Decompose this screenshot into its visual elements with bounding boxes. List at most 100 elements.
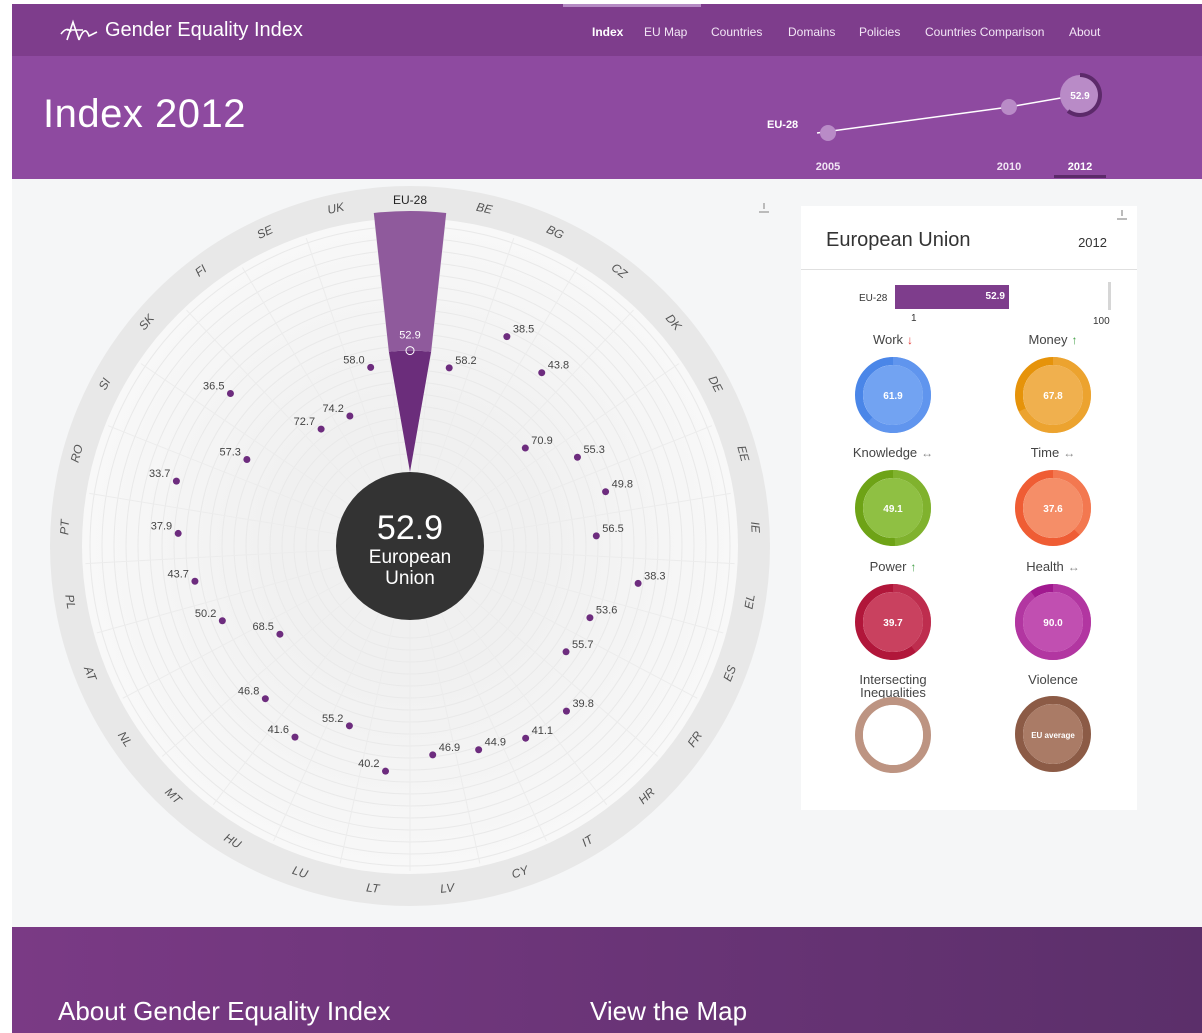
country-label-pt[interactable]: PT bbox=[57, 518, 72, 536]
country-value-es: 53.6 bbox=[596, 605, 617, 617]
domain-label-time: Time ↔ bbox=[1030, 445, 1076, 460]
country-label-pl[interactable]: PL bbox=[62, 593, 78, 610]
country-point-el[interactable] bbox=[634, 579, 642, 587]
panel-title: European Union bbox=[826, 229, 971, 251]
timeline-year-2012[interactable]: 2012 bbox=[1068, 161, 1092, 173]
country-value-fi: 72.7 bbox=[294, 416, 315, 428]
country-point-cy[interactable] bbox=[475, 746, 483, 754]
about-link[interactable]: About Gender Equality Index bbox=[58, 996, 390, 1027]
country-label-lv[interactable]: LV bbox=[439, 880, 455, 896]
country-point-bg[interactable] bbox=[503, 333, 511, 341]
domain-time[interactable]: Time ↔ 37.6 bbox=[998, 446, 1108, 548]
country-point-se[interactable] bbox=[346, 412, 354, 420]
trend-arrow-icon: ↑ bbox=[1071, 333, 1078, 347]
country-point-de[interactable] bbox=[573, 453, 581, 461]
country-point-sk[interactable] bbox=[226, 389, 234, 397]
nav-item-eu-map[interactable]: EU Map bbox=[644, 25, 687, 39]
domain-health[interactable]: Health ↔ 90.0 bbox=[998, 560, 1108, 662]
country-value-se: 74.2 bbox=[322, 403, 343, 415]
domain-donut-intersecting-inequalities bbox=[855, 697, 931, 773]
country-value-hu: 41.6 bbox=[268, 724, 289, 736]
country-point-dk[interactable] bbox=[521, 444, 529, 452]
country-label-eu-28[interactable]: EU-28 bbox=[393, 193, 427, 207]
domain-value-time: 37.6 bbox=[1043, 504, 1063, 515]
country-point-fi[interactable] bbox=[317, 425, 325, 433]
country-point-ro[interactable] bbox=[172, 477, 180, 485]
nav-item-index[interactable]: Index bbox=[592, 25, 623, 39]
center-label-line2: Union bbox=[385, 568, 435, 589]
country-value-ie: 56.5 bbox=[602, 523, 623, 535]
domain-money[interactable]: Money ↑ 67.8 bbox=[998, 333, 1108, 435]
country-point-si[interactable] bbox=[243, 456, 251, 464]
panel-download-icon[interactable] bbox=[1117, 210, 1127, 220]
country-value-be: 58.2 bbox=[455, 355, 476, 367]
donut-fill bbox=[863, 705, 923, 765]
country-value-mt: 46.8 bbox=[238, 686, 259, 698]
country-point-ee[interactable] bbox=[602, 488, 610, 496]
domain-work[interactable]: Work ↓ 61.9 bbox=[838, 333, 948, 435]
score-bar-min: 1 bbox=[911, 313, 917, 324]
domain-donut-time: 37.6 bbox=[1015, 470, 1091, 546]
nav-item-domains[interactable]: Domains bbox=[788, 25, 835, 39]
country-value-lt: 40.2 bbox=[358, 758, 379, 770]
country-value-uk: 58.0 bbox=[343, 354, 364, 366]
country-value-at: 50.2 bbox=[195, 608, 216, 620]
country-value-lu: 55.2 bbox=[322, 713, 343, 725]
domain-power[interactable]: Power ↑ 39.7 bbox=[838, 560, 948, 662]
timeline-year-2010[interactable]: 2010 bbox=[997, 161, 1021, 173]
domain-donut-knowledge: 49.1 bbox=[855, 470, 931, 546]
domain-violence[interactable]: Violence EU average bbox=[998, 673, 1108, 774]
chart-download-icon[interactable] bbox=[759, 203, 769, 213]
trend-arrow-icon: ↔ bbox=[1067, 560, 1080, 574]
timeline-year-2005[interactable]: 2005 bbox=[816, 161, 840, 173]
country-value-it: 41.1 bbox=[532, 725, 553, 737]
domain-label-knowledge: Knowledge ↔ bbox=[852, 445, 934, 460]
footer: About Gender Equality Index View the Map bbox=[12, 927, 1202, 1033]
country-value-nl: 68.5 bbox=[252, 621, 273, 633]
country-label-el[interactable]: EL bbox=[742, 593, 758, 610]
radial-index-chart: 52.9 European Union 52.9 58.2 38.5 43.8 70.9… bbox=[50, 186, 770, 906]
country-point-nl[interactable] bbox=[276, 630, 284, 638]
timeline-entity-label: EU-28 bbox=[767, 119, 798, 131]
domain-donut-health: 90.0 bbox=[1015, 584, 1091, 660]
country-point-es[interactable] bbox=[586, 614, 594, 622]
nav-item-policies[interactable]: Policies bbox=[859, 25, 900, 39]
country-point-mt[interactable] bbox=[261, 695, 269, 703]
trend-arrow-icon: ↔ bbox=[1063, 446, 1076, 460]
domain-value-power: 39.7 bbox=[883, 618, 903, 629]
country-point-pt[interactable] bbox=[174, 529, 182, 537]
score-bar-label: EU-28 bbox=[859, 293, 888, 304]
country-point-it[interactable] bbox=[522, 734, 530, 742]
domain-label-power: Power ↑ bbox=[869, 559, 917, 574]
country-value-eu-28: 52.9 bbox=[399, 330, 420, 342]
country-point-be[interactable] bbox=[445, 364, 453, 372]
domain-knowledge[interactable]: Knowledge ↔ 49.1 bbox=[838, 446, 948, 548]
nav-item-about[interactable]: About bbox=[1069, 25, 1100, 39]
domain-label-money: Money ↑ bbox=[1028, 332, 1078, 347]
timeline-point-2010[interactable] bbox=[1001, 99, 1017, 115]
timeline-selected-underline bbox=[1054, 175, 1106, 178]
nav-item-countries-comparison[interactable]: Countries Comparison bbox=[925, 25, 1044, 39]
view-map-link[interactable]: View the Map bbox=[590, 996, 747, 1027]
country-point-fr[interactable] bbox=[562, 648, 570, 656]
country-point-pl[interactable] bbox=[191, 577, 199, 585]
country-label-ie[interactable]: IE bbox=[748, 521, 763, 534]
main-nav: Index EU Map Countries Domains Policies … bbox=[12, 4, 1202, 56]
country-point-cz[interactable] bbox=[538, 369, 546, 377]
timeline-point-2005[interactable] bbox=[820, 125, 836, 141]
score-bar-value: 52.9 bbox=[985, 291, 1005, 302]
domain-value-violence: EU average bbox=[1031, 731, 1075, 740]
domain-intersecting-inequalities[interactable]: Intersecting Inequalities bbox=[838, 673, 948, 775]
country-point-lv[interactable] bbox=[429, 751, 437, 759]
country-point-hr[interactable] bbox=[562, 707, 570, 715]
country-value-dk: 70.9 bbox=[531, 435, 552, 447]
year-timeline: 52.9 EU-28 2005 2010 2012 bbox=[767, 73, 1106, 178]
nav-item-countries[interactable]: Countries bbox=[711, 25, 762, 39]
country-point-hu[interactable] bbox=[291, 733, 299, 741]
country-point-lu[interactable] bbox=[345, 722, 353, 730]
country-point-uk[interactable] bbox=[367, 363, 375, 371]
country-point-ie[interactable] bbox=[592, 532, 600, 540]
country-value-bg: 38.5 bbox=[513, 324, 534, 336]
country-point-lt[interactable] bbox=[382, 767, 390, 775]
country-point-at[interactable] bbox=[218, 617, 226, 625]
